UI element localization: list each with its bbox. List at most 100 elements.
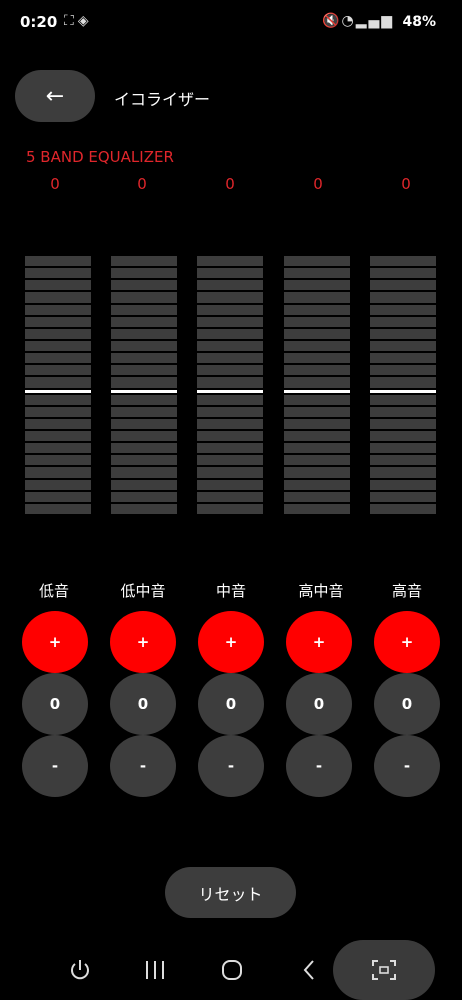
bar-segment	[197, 328, 263, 339]
bar-segment	[284, 377, 350, 388]
bar-segment	[111, 365, 177, 376]
bar-segment	[284, 503, 350, 514]
band-minus-button[interactable]: -	[110, 735, 176, 797]
band-plus-button[interactable]: +	[374, 611, 440, 673]
bar-segment	[197, 256, 263, 267]
band-minus-button[interactable]: -	[22, 735, 88, 797]
home-icon[interactable]	[216, 952, 248, 988]
bar-segment	[370, 479, 436, 490]
bar-segment	[370, 406, 436, 417]
bar-segment	[370, 455, 436, 466]
bar-segment	[111, 479, 177, 490]
band-name: 低中音	[120, 582, 166, 600]
band-plus-button[interactable]: +	[110, 611, 176, 673]
band-value-display: 0	[401, 175, 411, 193]
bar-segment	[197, 365, 263, 376]
bar-segment	[25, 443, 91, 454]
bar-segment	[284, 491, 350, 502]
bar-segment	[111, 430, 177, 442]
band-value-button[interactable]: 0	[374, 673, 440, 735]
bar-segment	[370, 353, 436, 364]
bar-segment	[370, 503, 436, 514]
level-marker	[111, 389, 177, 393]
bar-segment	[370, 418, 436, 429]
bar-segment	[284, 292, 350, 303]
bar-segment	[25, 304, 91, 315]
bar-segment	[370, 467, 436, 478]
capture-button[interactable]	[333, 940, 435, 1000]
bar-segment	[370, 443, 436, 454]
bar-segment	[284, 328, 350, 339]
equalizer-label: 5 BAND EQUALIZER	[26, 148, 174, 166]
bar-segment	[25, 256, 91, 267]
band-level-bar	[370, 256, 436, 514]
back-button[interactable]: ←	[15, 70, 95, 122]
level-marker	[284, 389, 350, 393]
band-minus-button[interactable]: -	[198, 735, 264, 797]
band-plus-button[interactable]: +	[22, 611, 88, 673]
band-value-button[interactable]: 0	[110, 673, 176, 735]
capture-icon	[372, 960, 396, 980]
mute-icon: 🔇	[322, 13, 342, 29]
bar-segment	[197, 292, 263, 303]
reset-button[interactable]: リセット	[165, 867, 296, 918]
bar-segment	[197, 455, 263, 466]
bar-segment	[25, 406, 91, 417]
bar-segment	[25, 430, 91, 442]
bar-segment	[284, 479, 350, 490]
alarm-icon: ◈	[77, 13, 93, 29]
bar-segment	[197, 280, 263, 291]
bar-segment	[111, 328, 177, 339]
bar-segment	[370, 292, 436, 303]
page-title: イコライザー	[114, 90, 211, 109]
bar-segment	[25, 340, 91, 352]
band-value-button[interactable]: 0	[22, 673, 88, 735]
band-name: 高音	[391, 582, 422, 600]
bar-segment	[111, 268, 177, 279]
bar-segment	[370, 316, 436, 327]
bar-segment	[25, 353, 91, 364]
bar-segment	[25, 418, 91, 429]
bar-segment	[284, 365, 350, 376]
bar-segment	[370, 365, 436, 376]
band-name: 高中音	[298, 582, 344, 600]
bar-segment	[284, 443, 350, 454]
bar-segment	[197, 353, 263, 364]
bar-segment	[197, 443, 263, 454]
bar-segment	[111, 340, 177, 352]
signal-icon: ▂▄▆	[355, 13, 394, 29]
bar-segment	[111, 418, 177, 429]
band-level-bar	[197, 256, 263, 514]
bar-segment	[284, 455, 350, 466]
bar-segment	[25, 479, 91, 490]
back-icon[interactable]	[296, 952, 322, 988]
band-value-display: 0	[313, 175, 323, 193]
bar-segment	[284, 268, 350, 279]
band-plus-button[interactable]: +	[198, 611, 264, 673]
bar-segment	[25, 455, 91, 466]
bar-segment	[370, 340, 436, 352]
band-minus-button[interactable]: -	[286, 735, 352, 797]
band-value-button[interactable]: 0	[198, 673, 264, 735]
bar-segment	[111, 280, 177, 291]
power-icon[interactable]	[62, 952, 98, 988]
band-value-button[interactable]: 0	[286, 673, 352, 735]
screenshot-icon: ⛶	[64, 13, 78, 29]
bar-segment	[197, 304, 263, 315]
bar-segment	[197, 340, 263, 352]
status-bar: 0:20 ⛶◈ 🔇◔▂▄▆ 48%	[0, 0, 462, 44]
bar-segment	[197, 467, 263, 478]
bar-segment	[25, 316, 91, 327]
bar-segment	[111, 467, 177, 478]
bar-segment	[25, 503, 91, 514]
band-plus-button[interactable]: +	[286, 611, 352, 673]
level-marker	[370, 389, 436, 393]
status-right-icons: 🔇◔▂▄▆	[322, 13, 394, 29]
band-value-display: 0	[225, 175, 235, 193]
bar-segment	[284, 406, 350, 417]
bar-segment	[284, 467, 350, 478]
bar-segment	[25, 280, 91, 291]
recents-icon[interactable]	[140, 952, 170, 988]
band-minus-button[interactable]: -	[374, 735, 440, 797]
bar-segment	[111, 353, 177, 364]
